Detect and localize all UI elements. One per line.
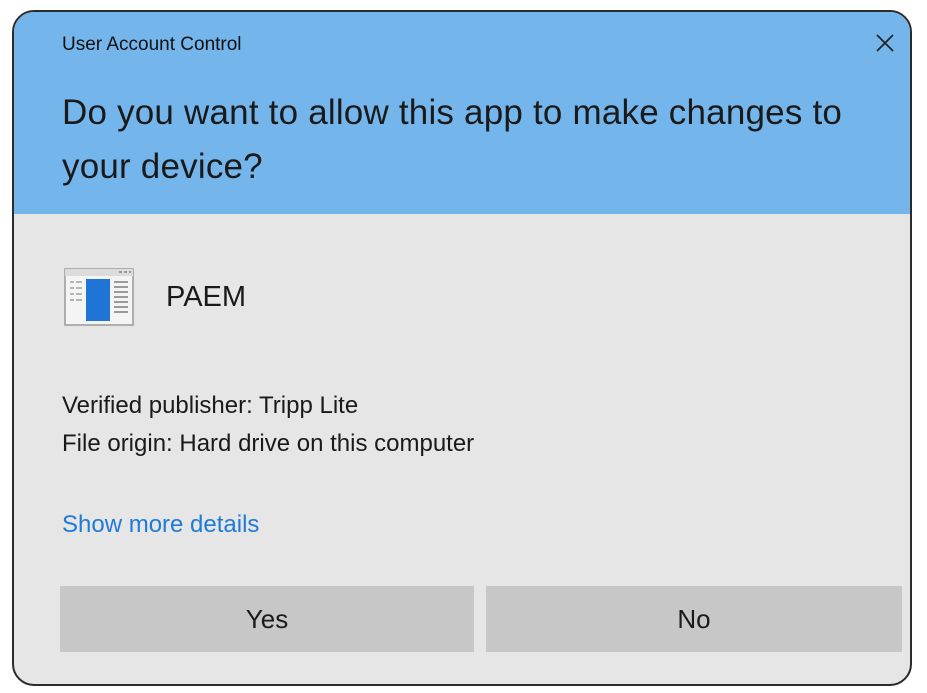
file-origin: File origin: Hard drive on this computer [62,430,475,457]
dialog-question: Do you want to allow this app to make ch… [62,93,843,186]
app-name: PAEM [166,280,247,313]
dialog-header: User Account Control Do you want to allo… [14,12,910,214]
show-more-details-link[interactable]: Show more details [62,511,259,539]
close-button[interactable] [868,26,902,60]
application-window-icon [64,268,134,326]
yes-button[interactable]: Yes [60,586,474,652]
uac-dialog: User Account Control Do you want to allo… [12,10,912,686]
close-icon [876,34,894,52]
window-title: User Account Control [62,34,242,55]
no-button[interactable]: No [486,586,902,652]
verified-publisher: Verified publisher: Tripp Lite [62,392,359,419]
app-row: PAEM [64,267,246,327]
